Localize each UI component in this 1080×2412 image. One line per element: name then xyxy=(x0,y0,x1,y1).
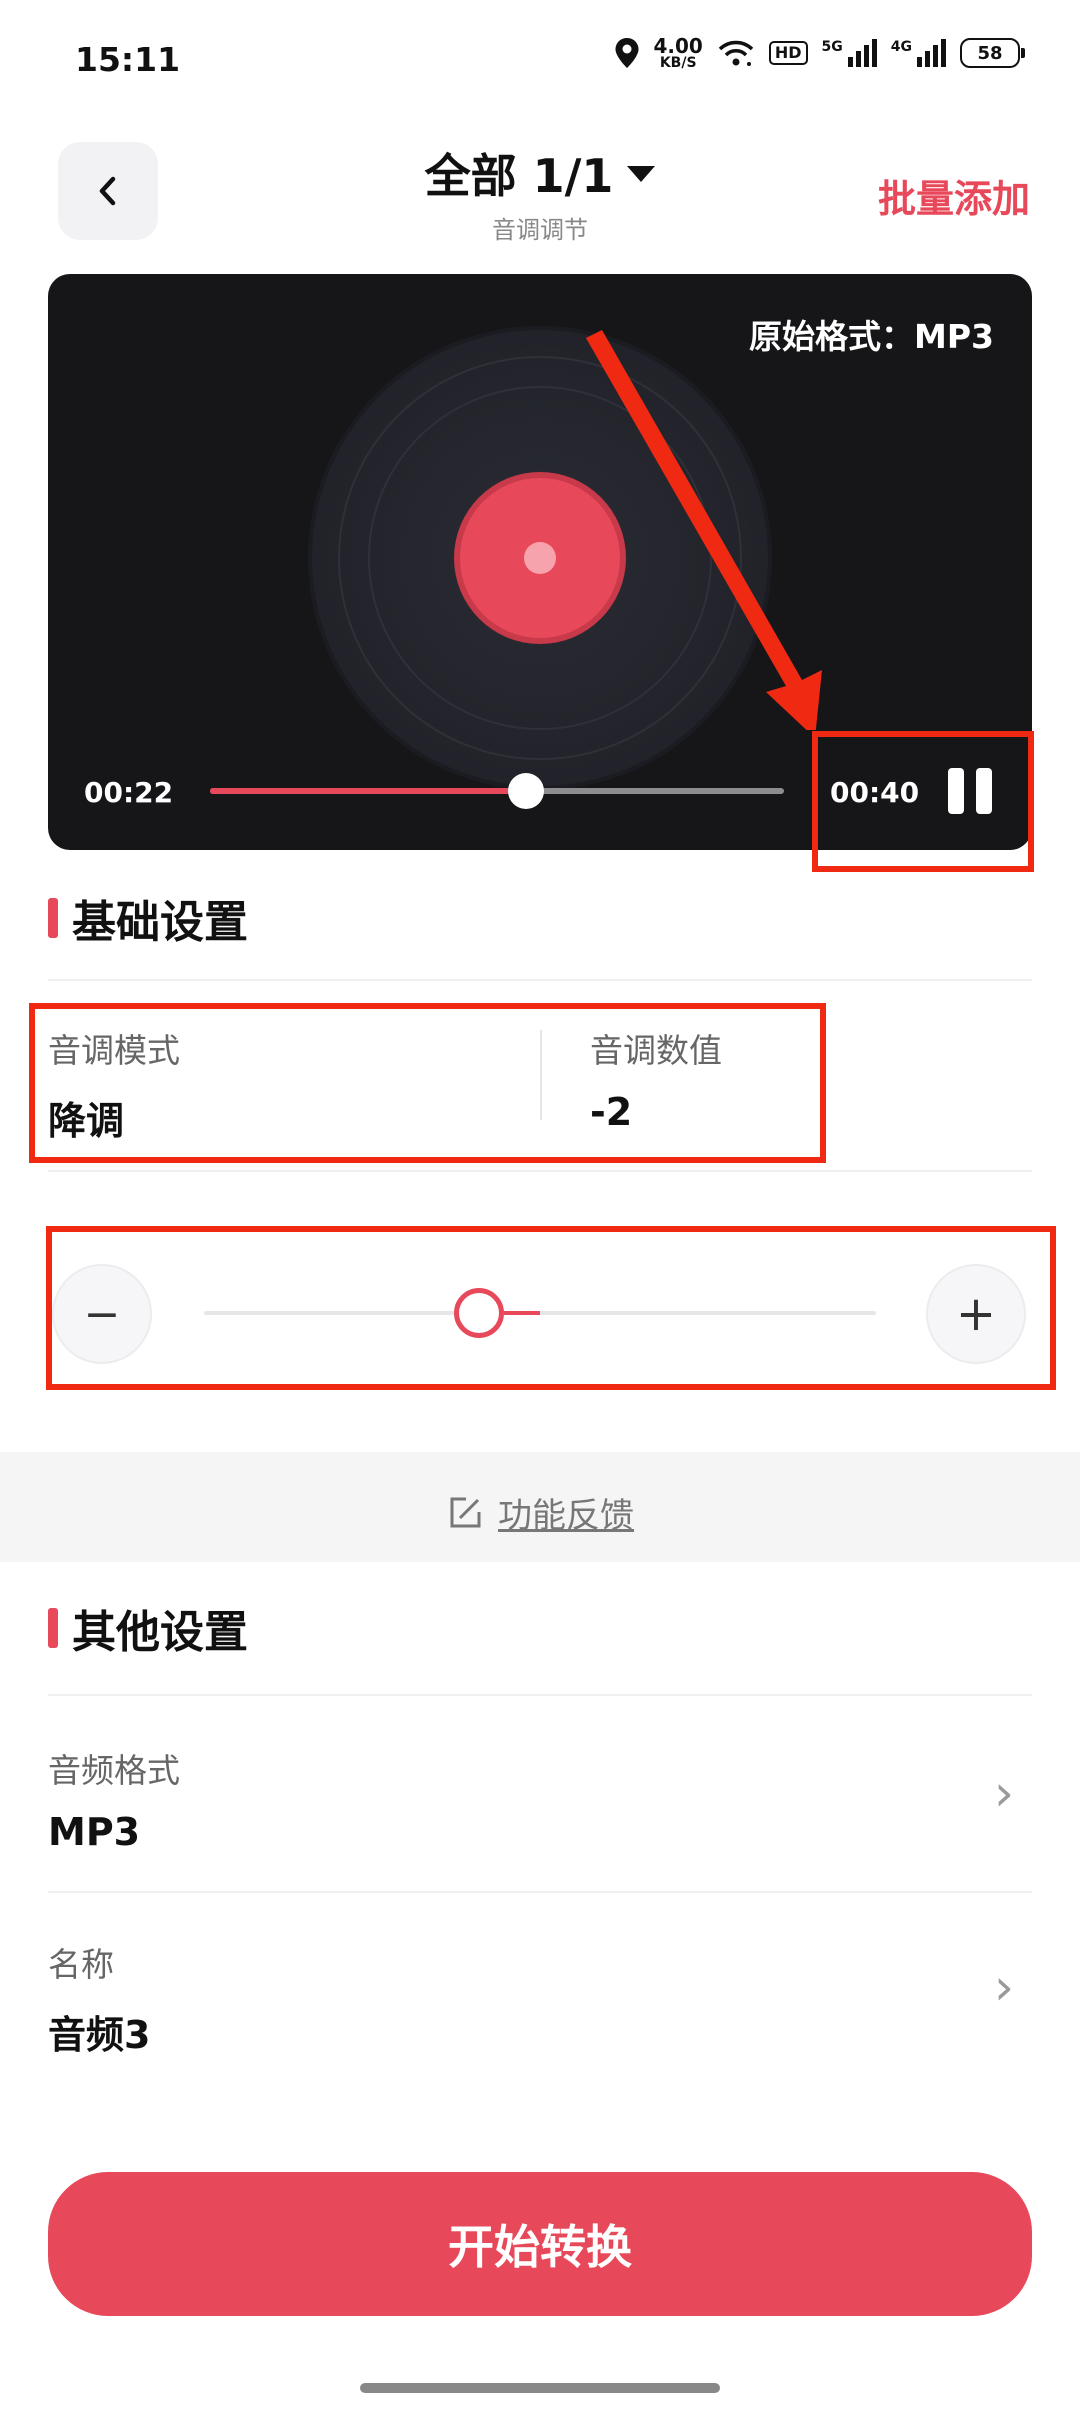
name-value: 音频3 xyxy=(48,2013,151,2057)
status-icons: 4.00 KB/S HD 5G 4G 58 xyxy=(614,34,1025,71)
battery-icon: 58 xyxy=(960,38,1025,68)
audio-format-label: 音频格式 xyxy=(48,1751,180,1790)
progress-knob[interactable] xyxy=(507,773,544,809)
home-indicator xyxy=(360,2383,720,2393)
name-label: 名称 xyxy=(48,1945,114,1984)
start-convert-button[interactable]: 开始转换 xyxy=(48,2172,1032,2316)
audio-format-value: MP3 xyxy=(48,1810,141,1854)
caret-down-icon xyxy=(627,165,656,182)
feedback-link[interactable]: 功能反馈 xyxy=(0,1488,1080,1537)
current-time: 00:22 xyxy=(84,776,174,809)
chevron-right-icon: › xyxy=(994,1764,1014,1822)
page-title: 全部 1/1 xyxy=(424,149,614,203)
highlight-box-pitch-values xyxy=(29,1003,826,1163)
progress-bar[interactable] xyxy=(210,773,784,809)
status-time: 15:11 xyxy=(75,40,181,79)
batch-add-button[interactable]: 批量添加 xyxy=(878,168,1030,223)
section-other-title: 其他设置 xyxy=(72,1607,248,1658)
wifi-icon xyxy=(718,40,754,66)
name-row[interactable]: 名称 音频3 › xyxy=(48,1938,1032,2058)
signal-4g-icon: 4G xyxy=(891,39,946,67)
audio-format-row[interactable]: 音频格式 MP3 › xyxy=(48,1744,1032,1864)
feedback-label: 功能反馈 xyxy=(498,1496,634,1536)
highlight-box-pause xyxy=(812,731,1034,872)
section-basic-title: 基础设置 xyxy=(72,897,248,948)
edit-icon xyxy=(450,1497,481,1527)
progress-fill xyxy=(210,788,526,794)
net-speed: 4.00 KB/S xyxy=(653,34,703,71)
signal-5g-icon: 5G xyxy=(822,39,877,67)
chevron-right-icon: › xyxy=(994,1958,1014,2016)
location-icon xyxy=(615,38,638,68)
annotation-arrow xyxy=(586,330,822,730)
hd-badge: HD xyxy=(768,41,808,65)
highlight-box-slider xyxy=(46,1226,1056,1390)
